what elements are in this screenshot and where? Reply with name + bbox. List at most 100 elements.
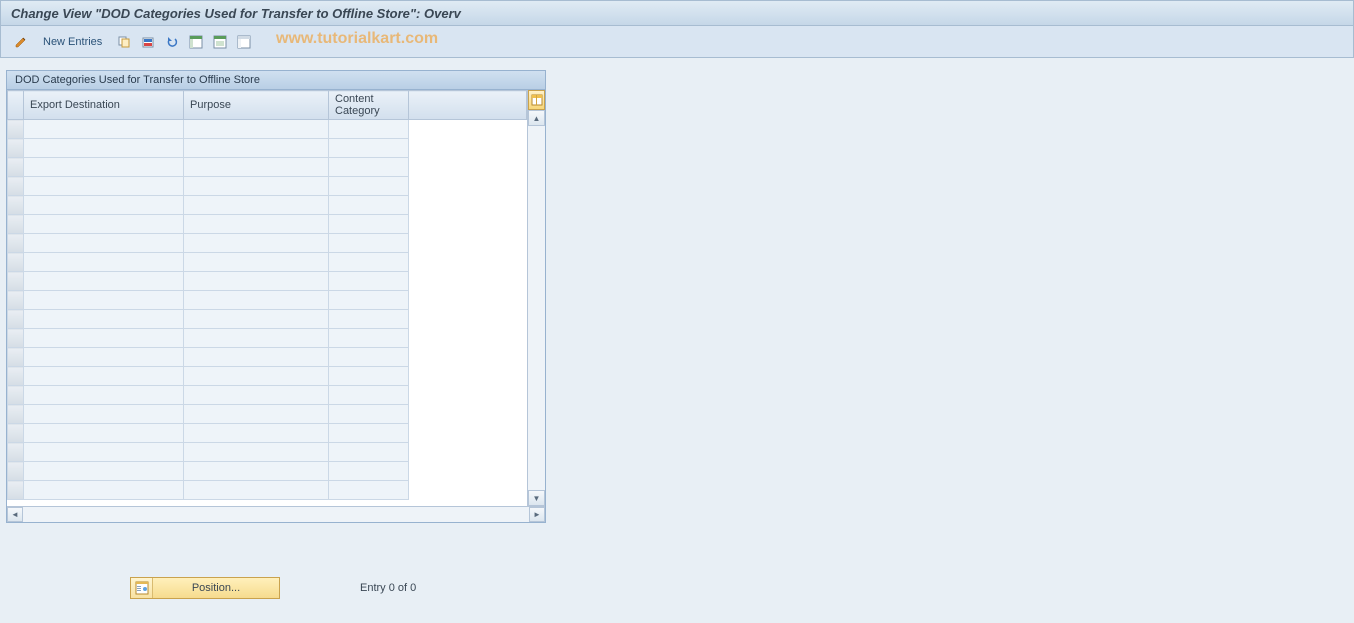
table-row[interactable]	[8, 424, 527, 443]
row-selector[interactable]	[8, 177, 24, 196]
cell-export-destination[interactable]	[24, 196, 184, 215]
position-button[interactable]: Position...	[130, 577, 280, 599]
table-settings-icon[interactable]	[528, 90, 545, 110]
cell-content-category[interactable]	[329, 215, 409, 234]
cell-export-destination[interactable]	[24, 177, 184, 196]
cell-content-category[interactable]	[329, 386, 409, 405]
select-block-icon[interactable]	[210, 32, 230, 52]
cell-purpose[interactable]	[184, 367, 329, 386]
cell-content-category[interactable]	[329, 462, 409, 481]
cell-export-destination[interactable]	[24, 139, 184, 158]
cell-content-category[interactable]	[329, 253, 409, 272]
cell-export-destination[interactable]	[24, 158, 184, 177]
cell-content-category[interactable]	[329, 310, 409, 329]
cell-content-category[interactable]	[329, 329, 409, 348]
row-selector[interactable]	[8, 253, 24, 272]
cell-content-category[interactable]	[329, 405, 409, 424]
cell-export-destination[interactable]	[24, 367, 184, 386]
cell-export-destination[interactable]	[24, 215, 184, 234]
table-row[interactable]	[8, 329, 527, 348]
cell-content-category[interactable]	[329, 120, 409, 139]
undo-change-icon[interactable]	[162, 32, 182, 52]
cell-purpose[interactable]	[184, 177, 329, 196]
cell-content-category[interactable]	[329, 272, 409, 291]
cell-purpose[interactable]	[184, 196, 329, 215]
table-row[interactable]	[8, 386, 527, 405]
row-selector[interactable]	[8, 481, 24, 500]
cell-purpose[interactable]	[184, 424, 329, 443]
cell-purpose[interactable]	[184, 462, 329, 481]
table-row[interactable]	[8, 462, 527, 481]
select-all-column-header[interactable]	[8, 91, 24, 120]
table-row[interactable]	[8, 348, 527, 367]
table-row[interactable]	[8, 367, 527, 386]
row-selector[interactable]	[8, 196, 24, 215]
cell-export-destination[interactable]	[24, 329, 184, 348]
row-selector[interactable]	[8, 424, 24, 443]
cell-purpose[interactable]	[184, 310, 329, 329]
scroll-track-horizontal[interactable]	[23, 507, 529, 522]
cell-content-category[interactable]	[329, 443, 409, 462]
select-all-icon[interactable]	[186, 32, 206, 52]
table-row[interactable]	[8, 481, 527, 500]
table-row[interactable]	[8, 443, 527, 462]
cell-export-destination[interactable]	[24, 386, 184, 405]
cell-content-category[interactable]	[329, 367, 409, 386]
data-grid[interactable]: Export Destination Purpose Content Categ…	[7, 90, 527, 500]
cell-export-destination[interactable]	[24, 253, 184, 272]
cell-content-category[interactable]	[329, 177, 409, 196]
cell-content-category[interactable]	[329, 481, 409, 500]
row-selector[interactable]	[8, 234, 24, 253]
row-selector[interactable]	[8, 120, 24, 139]
row-selector[interactable]	[8, 158, 24, 177]
scroll-left-icon[interactable]: ◄	[7, 507, 23, 522]
cell-purpose[interactable]	[184, 405, 329, 424]
table-row[interactable]	[8, 196, 527, 215]
cell-purpose[interactable]	[184, 481, 329, 500]
row-selector[interactable]	[8, 291, 24, 310]
new-entries-button[interactable]: New Entries	[35, 34, 110, 50]
cell-purpose[interactable]	[184, 120, 329, 139]
cell-content-category[interactable]	[329, 348, 409, 367]
table-row[interactable]	[8, 215, 527, 234]
cell-export-destination[interactable]	[24, 348, 184, 367]
row-selector[interactable]	[8, 462, 24, 481]
cell-content-category[interactable]	[329, 139, 409, 158]
cell-export-destination[interactable]	[24, 462, 184, 481]
row-selector[interactable]	[8, 405, 24, 424]
cell-purpose[interactable]	[184, 234, 329, 253]
cell-export-destination[interactable]	[24, 234, 184, 253]
column-header-content-category[interactable]: Content Category	[329, 91, 409, 120]
row-selector[interactable]	[8, 329, 24, 348]
cell-content-category[interactable]	[329, 291, 409, 310]
row-selector[interactable]	[8, 443, 24, 462]
cell-purpose[interactable]	[184, 158, 329, 177]
row-selector[interactable]	[8, 215, 24, 234]
row-selector[interactable]	[8, 310, 24, 329]
row-selector[interactable]	[8, 386, 24, 405]
cell-export-destination[interactable]	[24, 443, 184, 462]
cell-export-destination[interactable]	[24, 120, 184, 139]
column-header-purpose[interactable]: Purpose	[184, 91, 329, 120]
cell-purpose[interactable]	[184, 215, 329, 234]
cell-purpose[interactable]	[184, 291, 329, 310]
cell-export-destination[interactable]	[24, 405, 184, 424]
table-row[interactable]	[8, 139, 527, 158]
cell-content-category[interactable]	[329, 158, 409, 177]
cell-purpose[interactable]	[184, 348, 329, 367]
cell-content-category[interactable]	[329, 196, 409, 215]
cell-content-category[interactable]	[329, 424, 409, 443]
table-row[interactable]	[8, 405, 527, 424]
horizontal-scrollbar[interactable]: ◄ ►	[7, 506, 545, 522]
table-row[interactable]	[8, 272, 527, 291]
table-row[interactable]	[8, 291, 527, 310]
cell-purpose[interactable]	[184, 253, 329, 272]
table-row[interactable]	[8, 158, 527, 177]
table-row[interactable]	[8, 310, 527, 329]
cell-purpose[interactable]	[184, 139, 329, 158]
scroll-up-icon[interactable]: ▲	[528, 110, 545, 126]
row-selector[interactable]	[8, 272, 24, 291]
column-header-export-destination[interactable]: Export Destination	[24, 91, 184, 120]
table-row[interactable]	[8, 177, 527, 196]
cell-purpose[interactable]	[184, 443, 329, 462]
